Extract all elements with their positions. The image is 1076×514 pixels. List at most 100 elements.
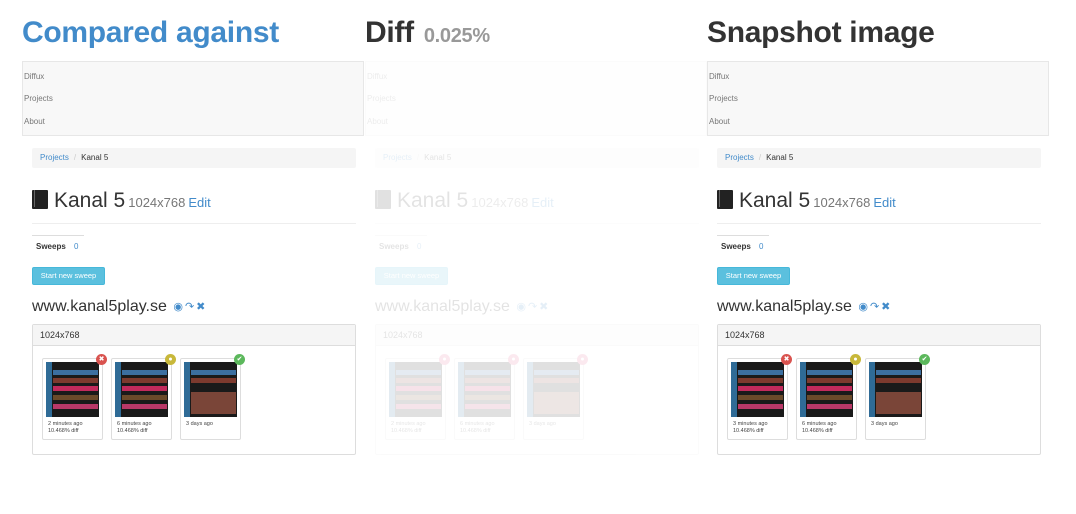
snapshot-thumb[interactable]: ✖ 3 minutes ago 10.468% diff bbox=[727, 354, 792, 440]
url-row: www.kanal5play.se ◉ ↷ ✖ bbox=[717, 298, 890, 316]
remove-icon[interactable]: ✖ bbox=[881, 300, 890, 313]
project-title: Kanal 5 1024x768 Edit bbox=[32, 189, 211, 213]
start-new-sweep-button[interactable]: Start new sweep bbox=[32, 267, 105, 285]
snapshot-image bbox=[46, 362, 99, 417]
diff-marker-icon: ● bbox=[508, 354, 519, 365]
breadcrumb-projects[interactable]: Projects bbox=[40, 153, 69, 162]
diff-title: Diff bbox=[365, 16, 414, 49]
nav-about[interactable]: About bbox=[709, 117, 730, 126]
pending-icon: ● bbox=[850, 354, 861, 365]
diff-heading: Diff 0.025% bbox=[365, 16, 490, 50]
snapshot-image bbox=[731, 362, 784, 417]
rejected-icon: ✖ bbox=[96, 354, 107, 365]
nav-brand: Diffux bbox=[367, 72, 388, 81]
snapshot-thumb[interactable]: ✖ 2 minutes ago 10.468% diff bbox=[42, 354, 107, 440]
diff-marker-icon: ● bbox=[577, 354, 588, 365]
snapshot-image bbox=[800, 362, 853, 417]
divider bbox=[717, 223, 1041, 224]
snapshot-thumb[interactable]: ✔ 3 days ago bbox=[180, 354, 245, 440]
tab-sweeps-label: Sweeps bbox=[36, 242, 66, 251]
divider bbox=[375, 223, 699, 224]
snapshot-caption: 3 days ago bbox=[871, 421, 898, 427]
snapshot-image bbox=[115, 362, 168, 417]
nav-brand[interactable]: Diffux bbox=[709, 72, 729, 81]
snapshot-caption: 3 minutes ago 10.468% diff bbox=[733, 421, 768, 434]
tab-sweeps-label: Sweeps bbox=[721, 242, 751, 251]
navbar: Diffux Projects About bbox=[365, 61, 707, 136]
compared-against-column: Compared against Diffux Projects About P… bbox=[22, 0, 364, 514]
breadcrumb-separator: / bbox=[416, 153, 420, 162]
breadcrumb: Projects / Kanal 5 bbox=[375, 148, 699, 168]
viewport-panel: 1024x768 ✖ 3 minutes ago 10.468% diff ● 6… bbox=[717, 324, 1041, 455]
tab-sweeps[interactable]: Sweeps 0 bbox=[32, 235, 84, 257]
snapshot-image bbox=[389, 362, 442, 417]
nav-brand[interactable]: Diffux bbox=[24, 72, 44, 81]
breadcrumb-separator: / bbox=[758, 153, 762, 162]
tab-sweeps-label: Sweeps bbox=[379, 242, 409, 251]
diff-screenshot: Diffux Projects About Projects / Kanal 5 K… bbox=[365, 61, 707, 455]
breadcrumb-current: Kanal 5 bbox=[81, 153, 109, 162]
snapshot-image bbox=[184, 362, 237, 417]
breadcrumb-separator: / bbox=[73, 153, 77, 162]
url-label: www.kanal5play.se bbox=[32, 298, 167, 315]
project-viewport: 1024x768 bbox=[128, 195, 186, 210]
book-icon bbox=[375, 190, 391, 209]
sweeps-tabs: Sweeps 0 bbox=[717, 235, 1041, 257]
project-viewport: 1024x768 bbox=[471, 195, 529, 210]
snapshot-image-heading: Snapshot image bbox=[707, 16, 935, 49]
rejected-icon: ✖ bbox=[781, 354, 792, 365]
breadcrumb-projects[interactable]: Projects bbox=[725, 153, 754, 162]
project-name: Kanal 5 bbox=[397, 189, 469, 212]
snapshot-caption: 3 days ago bbox=[529, 421, 556, 427]
snapshot-caption: 2 minutes ago 10.468% diff bbox=[48, 421, 83, 434]
project-viewport: 1024x768 bbox=[813, 195, 871, 210]
remove-icon[interactable]: ✖ bbox=[196, 300, 205, 313]
snapshot-image bbox=[527, 362, 580, 417]
snapshot-thumb[interactable]: ● 6 minutes ago 10.468% diff bbox=[796, 354, 861, 440]
tab-sweeps-count: 0 bbox=[417, 242, 422, 251]
book-icon bbox=[32, 190, 48, 209]
project-title: Kanal 5 1024x768 Edit bbox=[375, 189, 554, 213]
start-new-sweep-button[interactable]: Start new sweep bbox=[717, 267, 790, 285]
snapshot-caption: 6 minutes ago 10.468% diff bbox=[117, 421, 152, 434]
nav-about[interactable]: About bbox=[24, 117, 45, 126]
nav-projects[interactable]: Projects bbox=[709, 94, 738, 103]
diff-column: Diff 0.025% Diffux Projects About Projec… bbox=[365, 0, 707, 514]
diff-marker-icon: ● bbox=[439, 354, 450, 365]
url-row: www.kanal5play.se ◉ ↷ ✖ bbox=[32, 298, 205, 316]
share-icon[interactable]: ↷ bbox=[185, 300, 194, 313]
snapshot-thumb: ● 6 minutes ago 10.468% diff bbox=[454, 354, 519, 440]
camera-icon: ◉ bbox=[516, 301, 526, 313]
breadcrumb-projects: Projects bbox=[383, 153, 412, 162]
tab-sweeps-count: 0 bbox=[759, 242, 764, 251]
edit-link[interactable]: Edit bbox=[188, 195, 210, 210]
viewport-panel: 1024x768 ● 2 minutes ago 10.468% diff ● 6… bbox=[375, 324, 699, 455]
accepted-icon: ✔ bbox=[919, 354, 930, 365]
share-icon[interactable]: ↷ bbox=[870, 300, 879, 313]
snapshot-caption: 2 minutes ago 10.468% diff bbox=[391, 421, 426, 434]
panel-heading: 1024x768 bbox=[376, 325, 698, 346]
snapshot-thumb[interactable]: ✔ 3 days ago bbox=[865, 354, 930, 440]
breadcrumb-current: Kanal 5 bbox=[766, 153, 794, 162]
compared-against-heading: Compared against bbox=[22, 16, 279, 49]
project-name: Kanal 5 bbox=[739, 189, 811, 212]
panel-heading: 1024x768 bbox=[718, 325, 1040, 346]
sweeps-tabs: Sweeps 0 bbox=[32, 235, 356, 257]
tab-sweeps[interactable]: Sweeps 0 bbox=[717, 235, 769, 257]
diff-percent: 0.025% bbox=[423, 25, 490, 47]
snapshot-caption: 6 minutes ago 10.468% diff bbox=[460, 421, 495, 434]
snapshot-image bbox=[458, 362, 511, 417]
snapshot-image-column: Snapshot image Diffux Projects About Pro… bbox=[707, 0, 1049, 514]
snapshot-caption: 6 minutes ago 10.468% diff bbox=[802, 421, 837, 434]
nav-projects[interactable]: Projects bbox=[24, 94, 53, 103]
remove-icon: ✖ bbox=[539, 301, 549, 313]
navbar: Diffux Projects About bbox=[22, 61, 364, 136]
sweeps-tabs: Sweeps 0 bbox=[375, 235, 699, 257]
panel-heading: 1024x768 bbox=[33, 325, 355, 346]
breadcrumb: Projects / Kanal 5 bbox=[717, 148, 1041, 168]
edit-link[interactable]: Edit bbox=[873, 195, 895, 210]
nav-projects: Projects bbox=[367, 94, 396, 103]
camera-icon[interactable]: ◉ bbox=[173, 300, 183, 313]
snapshot-thumb[interactable]: ● 6 minutes ago 10.468% diff bbox=[111, 354, 176, 440]
camera-icon[interactable]: ◉ bbox=[858, 300, 868, 313]
